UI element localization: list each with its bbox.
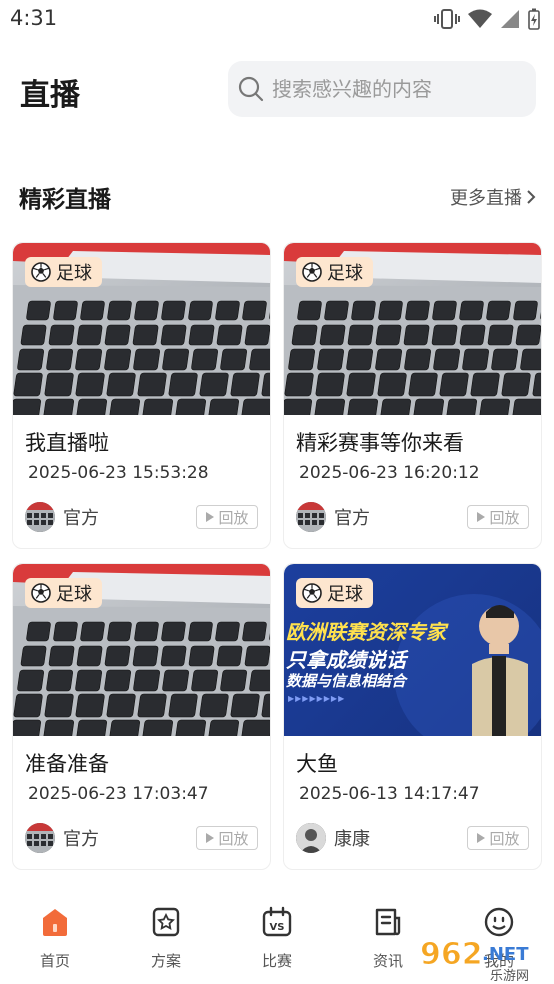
card-timestamp: 2025-06-23 16:20:12 (299, 463, 480, 483)
svg-text:.NET: .NET (482, 944, 529, 965)
avatar (296, 502, 326, 532)
live-thumbnail[interactable]: 足球 (284, 243, 541, 415)
replay-button[interactable]: 回放 (467, 826, 529, 850)
replay-label: 回放 (218, 508, 249, 527)
author-name: 官方 (63, 508, 99, 529)
home-icon (39, 906, 71, 942)
card-author: 官方 (25, 823, 99, 853)
author-name: 康康 (334, 829, 370, 850)
header: 直播 (0, 56, 554, 120)
vibrate-icon (434, 9, 460, 29)
card-timestamp: 2025-06-23 17:03:47 (28, 784, 209, 804)
tab-label: 比赛 (261, 952, 292, 970)
soccer-ball-icon (31, 262, 51, 282)
section-header: 精彩直播 更多直播 (0, 176, 554, 216)
banner-line2: 只拿成绩说话 (286, 648, 406, 672)
search-box[interactable] (228, 61, 536, 117)
search-icon (238, 76, 264, 102)
live-card[interactable]: 足球 我直播啦 2025-06-23 15:53:28 官方 回放 (12, 242, 271, 549)
card-author: 官方 (25, 502, 99, 532)
card-author: 康康 (296, 823, 370, 853)
avatar (296, 823, 326, 853)
more-live-label: 更多直播 (450, 188, 522, 209)
banner-arrows: ▶▶▶▶▶▶▶▶ (288, 694, 346, 703)
card-author: 官方 (296, 502, 370, 532)
svg-text:乐游网: 乐游网 (490, 969, 529, 984)
banner-line1: 欧洲联赛资深专家 (286, 620, 446, 644)
search-input[interactable] (272, 77, 522, 101)
svg-text:VS: VS (270, 922, 285, 933)
category-tag: 足球 (296, 578, 373, 608)
category-tag-label: 足球 (327, 584, 363, 605)
live-thumbnail[interactable]: 足球 (13, 243, 270, 415)
play-icon (206, 833, 215, 843)
play-icon (477, 833, 486, 843)
live-card[interactable]: 欧洲联赛资深专家 只拿成绩说话 数据与信息相结合 ▶▶▶▶▶▶▶▶ 足球 大鱼 … (283, 563, 542, 870)
category-tag-label: 足球 (327, 263, 363, 284)
chevron-right-icon (527, 190, 536, 204)
tab-1[interactable]: 方案 (126, 906, 206, 971)
card-title: 我直播啦 (25, 431, 109, 455)
soccer-ball-icon (302, 583, 322, 603)
live-card[interactable]: 足球 准备准备 2025-06-23 17:03:47 官方 回放 (12, 563, 271, 870)
section-title: 精彩直播 (19, 187, 111, 213)
avatar (25, 823, 55, 853)
replay-label: 回放 (489, 508, 520, 527)
category-tag-label: 足球 (56, 584, 92, 605)
category-tag: 足球 (296, 257, 373, 287)
live-thumbnail[interactable]: 欧洲联赛资深专家 只拿成绩说话 数据与信息相结合 ▶▶▶▶▶▶▶▶ 足球 (284, 564, 541, 736)
card-timestamp: 2025-06-13 14:17:47 (299, 784, 480, 804)
watermark-logo: 962 .NET 乐游网 (410, 930, 554, 984)
replay-label: 回放 (218, 829, 249, 848)
status-bar: 4:31 (0, 0, 554, 38)
more-live-link[interactable]: 更多直播 (450, 184, 536, 210)
author-name: 官方 (334, 508, 370, 529)
soccer-ball-icon (302, 262, 322, 282)
tab-label: 方案 (150, 952, 181, 970)
live-card[interactable]: 足球 精彩赛事等你来看 2025-06-23 16:20:12 官方 回放 (283, 242, 542, 549)
replay-button[interactable]: 回放 (467, 505, 529, 529)
play-icon (206, 512, 215, 522)
live-card-grid: 足球 我直播啦 2025-06-23 15:53:28 官方 回放 足球 精彩赛… (12, 242, 542, 870)
replay-label: 回放 (489, 829, 520, 848)
tab-0[interactable]: 首页 (15, 906, 95, 971)
page-title: 直播 (20, 78, 80, 113)
signal-icon (501, 10, 519, 28)
category-tag-label: 足球 (56, 263, 92, 284)
soccer-ball-icon (31, 583, 51, 603)
battery-icon (528, 8, 540, 30)
wifi-icon (468, 9, 492, 28)
replay-button[interactable]: 回放 (196, 826, 258, 850)
tab-2[interactable]: VS 比赛 (237, 906, 317, 971)
banner-line3: 数据与信息相结合 (286, 672, 407, 690)
avatar (25, 502, 55, 532)
status-icons (434, 8, 540, 30)
tab-label: 资讯 (372, 952, 403, 970)
status-time: 4:31 (10, 6, 58, 30)
svg-text:962: 962 (420, 937, 483, 972)
category-tag: 足球 (25, 578, 102, 608)
card-timestamp: 2025-06-23 15:53:28 (28, 463, 209, 483)
replay-button[interactable]: 回放 (196, 505, 258, 529)
tab-label: 首页 (39, 952, 70, 970)
card-title: 精彩赛事等你来看 (296, 431, 464, 455)
play-icon (477, 512, 486, 522)
card-title: 大鱼 (296, 752, 338, 776)
star-doc-icon (150, 906, 182, 942)
card-title: 准备准备 (25, 752, 109, 776)
vs-calendar-icon: VS (261, 906, 293, 942)
category-tag: 足球 (25, 257, 102, 287)
news-icon (372, 906, 404, 942)
author-name: 官方 (63, 829, 99, 850)
live-thumbnail[interactable]: 足球 (13, 564, 270, 736)
